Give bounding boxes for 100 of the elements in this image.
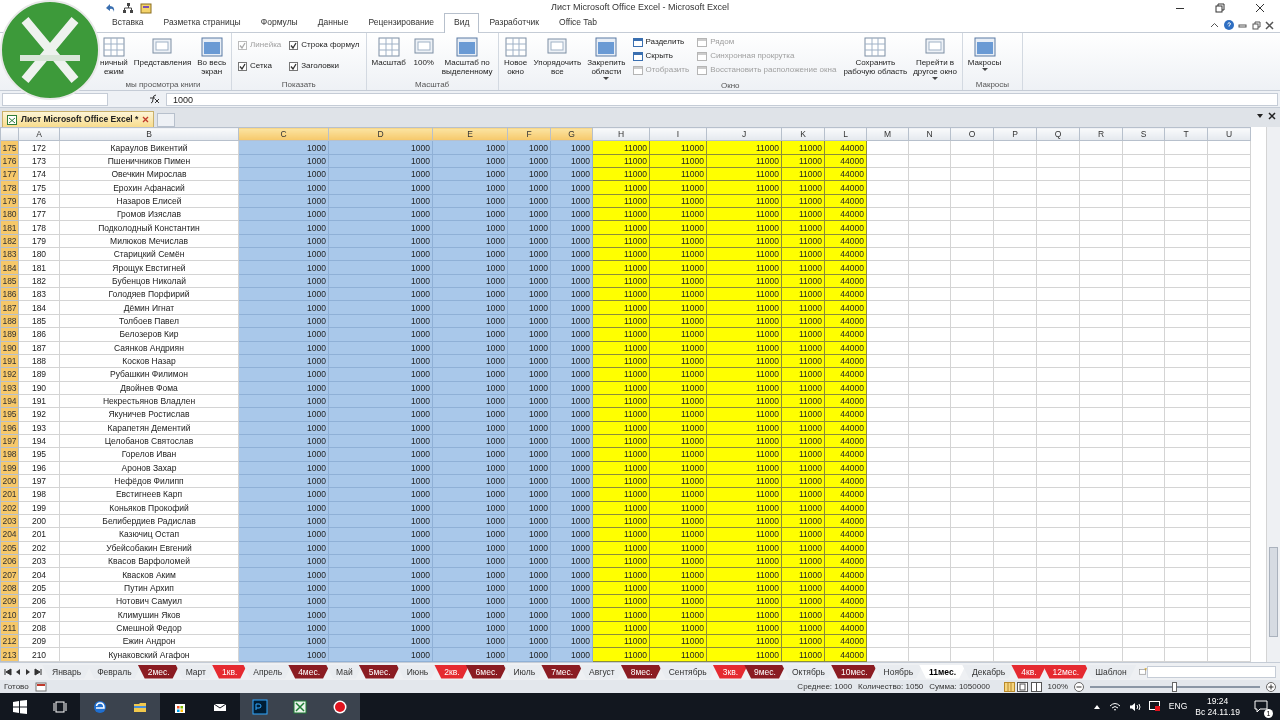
column-header[interactable]: T (1164, 127, 1208, 141)
name-cell[interactable]: Путин Архип (59, 581, 239, 595)
ribbon-button[interactable]: Закрепить области (585, 36, 628, 80)
checkbox[interactable]: Заголовки (289, 60, 360, 72)
column-header[interactable]: H (592, 127, 650, 141)
close-icon[interactable] (1268, 112, 1276, 120)
table-cell[interactable]: 205 (18, 581, 60, 595)
name-cell[interactable]: Аронов Захар (59, 461, 239, 475)
table-cell[interactable]: 175 (18, 180, 60, 195)
vertical-scrollbar[interactable] (1266, 127, 1280, 662)
sheet-tab[interactable]: Шаблон (1085, 664, 1137, 679)
sheet-tab[interactable]: 1кв. (211, 664, 248, 679)
sheet-tab[interactable]: Октябрь (781, 664, 835, 679)
dropdown-icon[interactable] (1255, 112, 1264, 120)
name-cell[interactable]: Бубенцов Николай (59, 274, 239, 288)
record-button[interactable] (320, 693, 360, 720)
ribbon-button[interactable]: Во весь экран (195, 36, 229, 76)
name-cell[interactable]: Коньяков Прокофий (59, 501, 239, 515)
ribbon-button[interactable]: 100% (409, 36, 438, 67)
table-cell[interactable]: 200 (18, 514, 60, 528)
column-header[interactable]: N (908, 127, 951, 141)
checkbox[interactable]: Сетка (238, 60, 282, 72)
table-cell[interactable]: 202 (18, 541, 60, 555)
name-cell[interactable]: Убейсобакин Евгений (59, 541, 239, 555)
name-cell[interactable]: Белибердиев Радислав (59, 514, 239, 528)
name-cell[interactable]: Квасов Варфоломей (59, 554, 239, 568)
name-cell[interactable]: Квасков Аким (59, 567, 239, 582)
name-cell[interactable]: Громов Изяслав (59, 207, 239, 221)
ribbon-button[interactable]: Разделить (632, 36, 690, 48)
column-header[interactable]: E (432, 127, 508, 141)
formula-field[interactable]: 1000 (166, 92, 1278, 106)
language-indicator[interactable]: ENG (1168, 700, 1188, 713)
table-cell[interactable]: 198 (18, 487, 60, 502)
tree-icon[interactable] (122, 2, 134, 14)
table-cell[interactable]: 188 (18, 354, 60, 368)
help-icon[interactable] (1223, 20, 1234, 30)
table-cell[interactable]: 194 (18, 434, 60, 448)
wifi-icon[interactable] (1108, 701, 1121, 712)
name-cell[interactable]: Двойнев Фома (59, 381, 239, 395)
name-cell[interactable]: Ярощук Евстигней (59, 260, 239, 275)
column-header[interactable]: B (59, 127, 239, 141)
column-header[interactable]: D (328, 127, 433, 141)
column-header[interactable]: M (866, 127, 909, 141)
ribbon-tab[interactable]: Рецензирование (358, 13, 445, 32)
column-header[interactable]: O (950, 127, 994, 141)
page-break-icon[interactable] (1030, 681, 1042, 692)
ribbon-button[interactable]: Упорядочить все (531, 36, 584, 76)
name-cell[interactable]: Целобанов Святослав (59, 434, 239, 448)
table-cell[interactable]: 173 (18, 154, 60, 168)
name-cell[interactable]: Климушин Яков (59, 607, 239, 622)
collapse-ribbon-icon[interactable] (1210, 20, 1219, 30)
name-cell[interactable]: Ерохин Афанасий (59, 180, 239, 195)
ribbon-button[interactable]: Сохранить рабочую область (841, 36, 910, 76)
form-icon[interactable] (140, 2, 152, 14)
undo-icon[interactable] (104, 2, 116, 14)
name-cell[interactable]: Косков Назар (59, 354, 239, 368)
sheet-tab[interactable]: 5мес. (358, 664, 401, 679)
name-cell[interactable]: Евстигнеев Карп (59, 487, 239, 502)
table-cell[interactable]: 176 (18, 194, 60, 208)
table-cell[interactable]: 177 (18, 207, 60, 221)
sheet-nav-icon[interactable] (34, 667, 42, 676)
name-cell[interactable]: Горелов Иван (59, 447, 239, 462)
sheet-tab[interactable]: Май (326, 664, 363, 679)
name-cell[interactable]: Саянков Андриян (59, 341, 239, 355)
table-cell[interactable]: 204 (18, 567, 60, 582)
sheet-tab[interactable]: 2кв. (434, 664, 470, 679)
name-cell[interactable]: Казючиц Остап (59, 527, 239, 542)
sheet-tab[interactable]: 12мес. (1042, 664, 1090, 679)
name-cell[interactable]: Нотович Самуил (59, 594, 239, 608)
name-cell[interactable]: Овечкин Мирослав (59, 167, 239, 181)
name-cell[interactable]: Якуничев Ростислав (59, 407, 239, 422)
column-header[interactable]: P (993, 127, 1037, 141)
name-cell[interactable]: Голодяев Порфирий (59, 287, 239, 301)
column-header[interactable]: A (18, 127, 60, 141)
column-header[interactable]: L (824, 127, 867, 141)
name-cell[interactable]: Назаров Елисей (59, 194, 239, 208)
table-cell[interactable]: 185 (18, 314, 60, 328)
name-cell[interactable]: Рубашкин Филимон (59, 367, 239, 382)
ribbon-button[interactable]: Масштаб (369, 36, 408, 67)
zoom-out-icon[interactable] (1074, 681, 1084, 692)
zoom-in-icon[interactable] (1266, 681, 1276, 692)
name-cell[interactable]: Дёмин Игнат (59, 300, 239, 315)
table-cell[interactable]: 181 (18, 260, 60, 275)
column-header[interactable]: C (238, 127, 329, 141)
close-icon[interactable] (1265, 20, 1274, 30)
ribbon-button[interactable]: Масштаб по выделенному (439, 36, 495, 76)
table-cell[interactable]: 189 (18, 367, 60, 382)
table-cell[interactable]: 206 (18, 594, 60, 608)
table-cell[interactable]: 196 (18, 461, 60, 475)
table-cell[interactable]: 186 (18, 327, 60, 341)
table-cell[interactable]: 180 (18, 247, 60, 261)
ribbon-tab[interactable]: Office Tab (549, 13, 607, 32)
screen-alert-icon[interactable] (1148, 701, 1161, 712)
ribbon-tab[interactable]: Вид (444, 13, 480, 33)
sheet-tab[interactable]: 6мес. (465, 664, 508, 679)
table-cell[interactable]: 209 (18, 634, 60, 648)
name-cell[interactable]: Белозеров Кир (59, 327, 239, 341)
name-cell[interactable]: Старицкий Семён (59, 247, 239, 261)
name-cell[interactable]: Ежин Андрон (59, 634, 239, 648)
name-cell[interactable]: Смешной Федор (59, 621, 239, 635)
